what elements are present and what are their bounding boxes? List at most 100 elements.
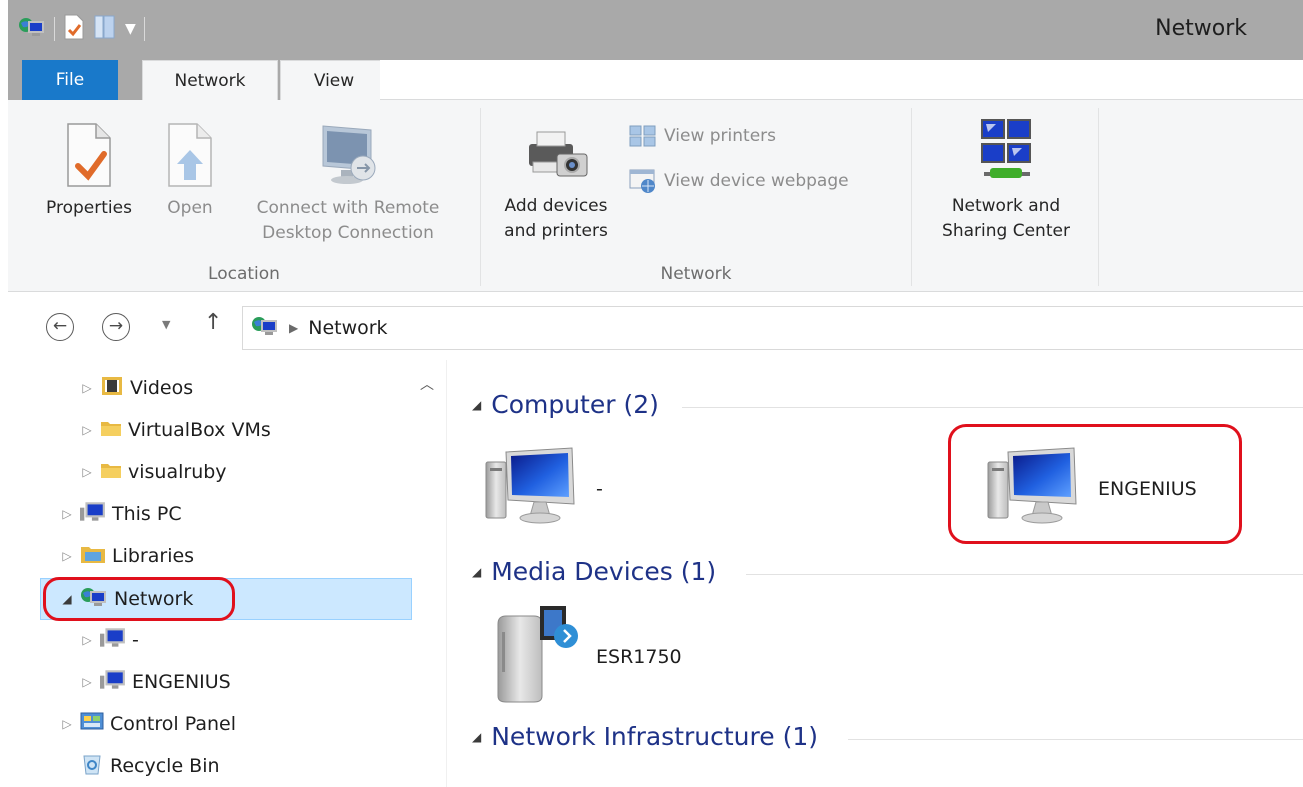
tree-item-label: Videos — [130, 377, 194, 399]
sharing-center-label-line2: Sharing Center — [942, 221, 1070, 241]
computer-icon — [484, 446, 580, 531]
expand-arrow-icon[interactable]: ▷ — [80, 423, 94, 437]
tree-item-virtualbox-vms[interactable]: ▷ VirtualBox VMs — [80, 410, 271, 450]
tree-item-computer-dash[interactable]: ▷ - — [80, 620, 139, 660]
chevron-up-icon: ︿ — [420, 377, 434, 393]
tab-file[interactable]: File — [22, 60, 118, 100]
control-panel-icon — [80, 711, 104, 738]
title-bar: ▼ Network — [8, 0, 1303, 60]
quick-access-toolbar: ▼ — [18, 14, 145, 44]
address-bar[interactable]: ▶ Network — [242, 306, 1303, 350]
location-group-label: Location — [208, 264, 280, 284]
videos-folder-icon — [100, 375, 124, 402]
tree-item-label: - — [132, 629, 139, 651]
back-button[interactable]: ← — [46, 313, 74, 341]
collapse-group-icon[interactable]: ◢ — [472, 565, 481, 579]
tree-item-control-panel[interactable]: ▷ Control Panel — [60, 704, 236, 744]
properties-qat-icon[interactable] — [63, 14, 85, 44]
network-sharing-center-icon — [981, 119, 1031, 178]
group-title: Computer (2) — [491, 390, 659, 419]
collapse-group-icon[interactable]: ◢ — [472, 398, 481, 412]
breadcrumb-separator-icon[interactable]: ▶ — [289, 321, 298, 335]
tree-item-libraries[interactable]: ▷ Libraries — [60, 536, 194, 576]
ribbon: Properties Open Connect with Remote Desk… — [8, 100, 1303, 292]
expand-arrow-icon[interactable]: ▷ — [60, 717, 74, 731]
navigation-bar: ← → ▼ ↑ ▶ Network — [8, 302, 1303, 354]
tree-item-label: This PC — [112, 503, 182, 525]
remote-desktop-button[interactable]: Connect with Remote Desktop Connection — [230, 122, 466, 246]
customize-qat-icon[interactable]: ▼ — [125, 21, 136, 37]
new-folder-qat-icon[interactable] — [93, 14, 117, 44]
network-sharing-center-button[interactable]: Network and Sharing Center — [918, 116, 1094, 244]
back-arrow-icon: ← — [52, 316, 68, 336]
group-title: Media Devices (1) — [491, 557, 717, 586]
tree-item-videos[interactable]: ▷ Videos — [80, 368, 193, 408]
up-button[interactable]: ↑ — [204, 310, 222, 335]
ribbon-group-sharing: Network and Sharing Center — [912, 100, 1098, 292]
properties-icon — [67, 123, 111, 187]
collapse-group-icon[interactable]: ◢ — [472, 730, 481, 744]
add-devices-label-line2: and printers — [504, 221, 608, 241]
properties-label: Properties — [46, 198, 132, 218]
computer-item-dash[interactable]: - — [484, 446, 603, 531]
computer-icon — [80, 501, 106, 528]
group-header-media-devices[interactable]: ◢ Media Devices (1) — [472, 557, 716, 586]
tree-item-engenius[interactable]: ▷ ENGENIUS — [80, 662, 231, 702]
open-icon — [168, 123, 212, 187]
recent-locations-dropdown[interactable]: ▼ — [162, 318, 170, 331]
ribbon-group-network: Add devices and printers View printers V… — [481, 100, 911, 292]
forward-arrow-icon: → — [108, 316, 124, 336]
tree-item-label: Recycle Bin — [110, 755, 220, 777]
tree-item-label: ENGENIUS — [132, 671, 231, 693]
expand-arrow-icon[interactable]: ▷ — [80, 633, 94, 647]
add-devices-button[interactable]: Add devices and printers — [491, 126, 621, 244]
properties-button[interactable]: Properties — [34, 122, 144, 221]
engenius-highlight-outline — [948, 424, 1242, 544]
item-label: ESR1750 — [596, 645, 682, 668]
computer-icon — [100, 627, 126, 654]
expand-arrow-icon[interactable]: ▷ — [60, 507, 74, 521]
breadcrumb-network[interactable]: Network — [308, 317, 387, 339]
view-printers-button[interactable]: View printers — [628, 124, 776, 148]
group-header-network-infrastructure[interactable]: ◢ Network Infrastructure (1) — [472, 722, 818, 751]
printer-camera-icon — [529, 131, 588, 177]
forward-button[interactable]: → — [102, 313, 130, 341]
network-location-icon — [251, 315, 279, 342]
view-device-webpage-icon — [629, 169, 655, 193]
expand-arrow-icon[interactable]: ▷ — [80, 465, 94, 479]
add-devices-label-line1: Add devices — [504, 196, 608, 216]
remote-desktop-label-line2: Desktop Connection — [262, 223, 434, 243]
media-device-item-esr1750[interactable]: ESR1750 — [494, 604, 682, 709]
view-printers-icon — [629, 125, 656, 147]
navigation-scrollbar[interactable] — [412, 360, 446, 787]
tree-item-label: Libraries — [112, 545, 195, 567]
scroll-up-button[interactable]: ︿ — [420, 374, 434, 394]
expand-arrow-icon[interactable]: ▷ — [80, 381, 94, 395]
open-label: Open — [167, 198, 213, 218]
expand-arrow-icon[interactable]: ▷ — [80, 675, 94, 689]
expand-arrow-icon[interactable]: ▷ — [60, 549, 74, 563]
folder-icon — [100, 418, 122, 443]
chevron-down-icon: ▼ — [162, 318, 171, 331]
network-app-icon[interactable] — [18, 16, 46, 42]
group-title: Network Infrastructure (1) — [491, 722, 818, 751]
tree-item-recycle-bin[interactable]: Recycle Bin — [80, 746, 220, 786]
recycle-bin-icon — [80, 752, 104, 781]
view-printers-label: View printers — [664, 126, 776, 146]
open-button[interactable]: Open — [152, 122, 228, 221]
tree-item-label: visualruby — [128, 461, 227, 483]
tab-network[interactable]: Network — [142, 60, 278, 101]
tree-item-label: VirtualBox VMs — [128, 419, 271, 441]
view-device-webpage-button[interactable]: View device webpage — [628, 168, 849, 194]
tab-view[interactable]: View — [280, 60, 388, 100]
up-arrow-icon: ↑ — [204, 310, 223, 335]
tree-item-this-pc[interactable]: ▷ This PC — [60, 494, 182, 534]
folder-icon — [100, 460, 122, 485]
tree-item-visualruby[interactable]: ▷ visualruby — [80, 452, 227, 492]
group-header-computer[interactable]: ◢ Computer (2) — [472, 390, 659, 419]
tree-item-label: Control Panel — [110, 713, 236, 735]
item-label: - — [596, 477, 603, 500]
ribbon-group-location: Properties Open Connect with Remote Desk… — [8, 100, 480, 292]
remote-desktop-icon — [322, 125, 376, 184]
network-group-label: Network — [660, 264, 732, 284]
